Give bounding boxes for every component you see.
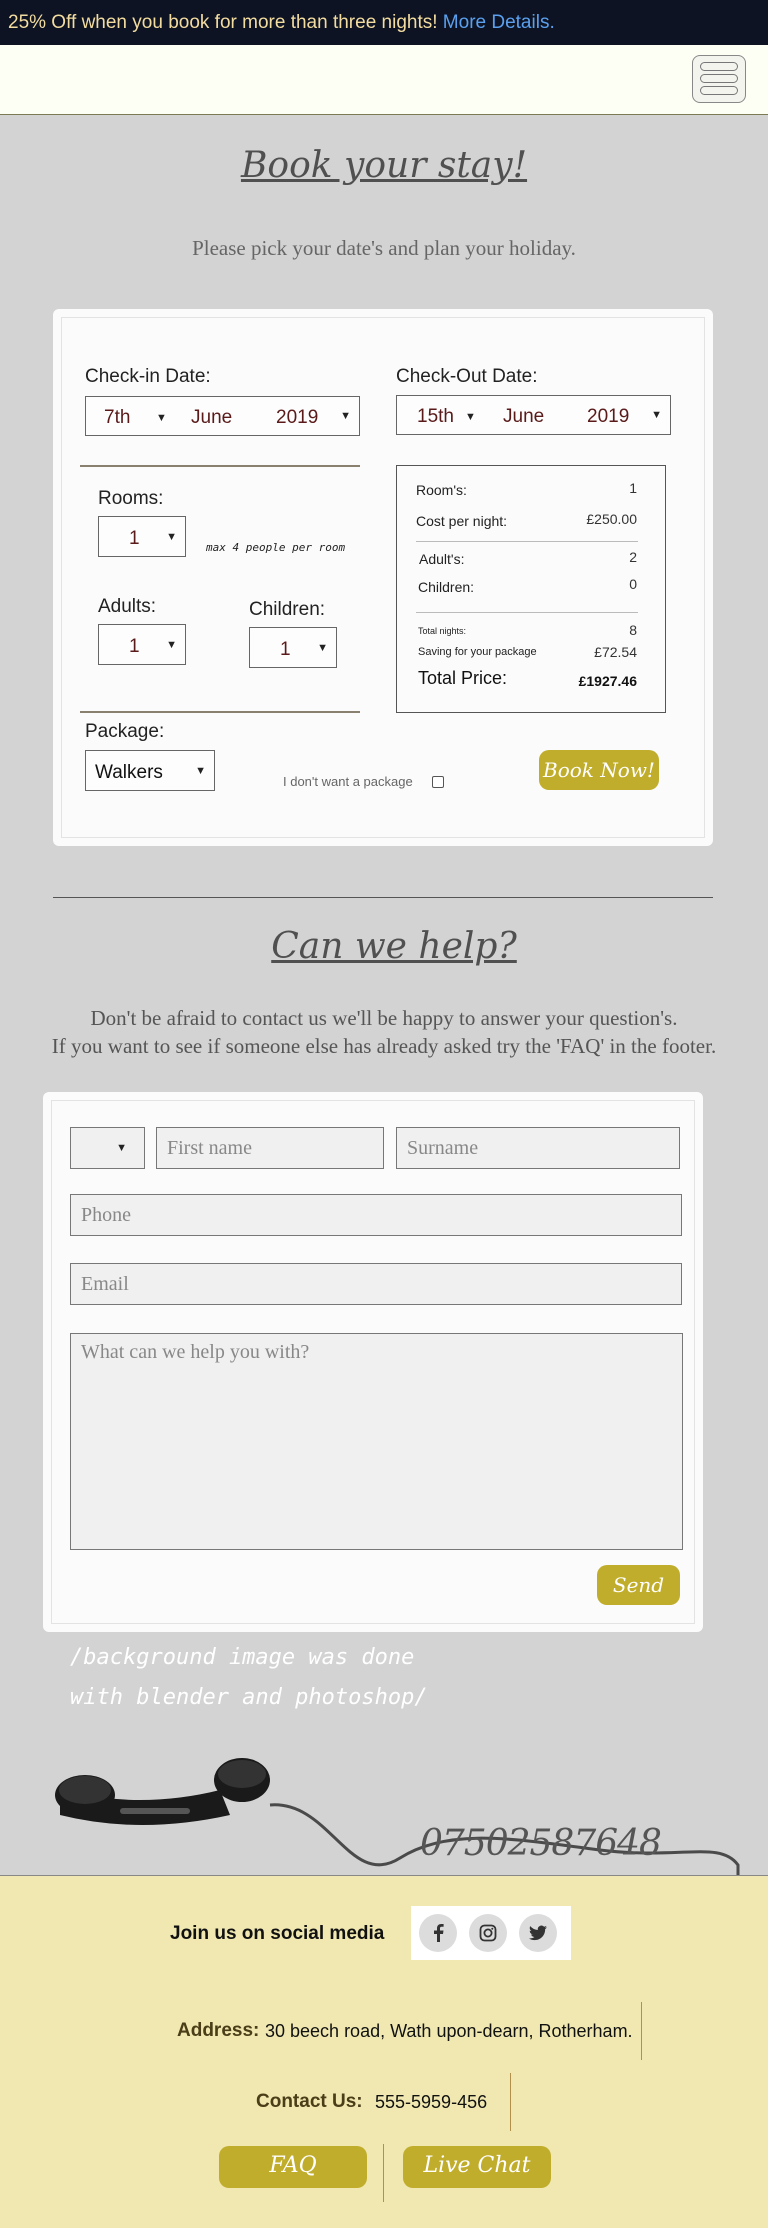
price-summary: Room's: 1 Cost per night: £250.00 Adult'…	[396, 465, 666, 713]
chevron-down-icon: ▼	[156, 412, 167, 424]
summary-cost-label: Cost per night:	[416, 513, 508, 529]
help-title: Can we help?	[271, 926, 517, 967]
checkout-year: 2019	[587, 406, 630, 427]
checkin-date-select[interactable]: 7th ▼ June 2019 ▼	[85, 396, 360, 436]
summary-rooms-label: Room's:	[416, 482, 467, 498]
checkout-day: 15th	[417, 406, 454, 427]
help-line-2: If you want to see if someone else has a…	[51, 1034, 717, 1058]
title-select[interactable]: ▼	[70, 1127, 145, 1169]
checkin-year: 2019	[276, 407, 319, 428]
twitter-icon[interactable]	[519, 1914, 557, 1952]
divider	[416, 541, 638, 542]
package-value: Walkers	[95, 762, 163, 783]
footer: Join us on social media Address: 30 beec…	[0, 1875, 768, 2228]
social-links	[411, 1906, 571, 1960]
message-textarea[interactable]: What can we help you with?	[70, 1333, 683, 1550]
rooms-value: 1	[129, 528, 140, 549]
divider	[80, 711, 360, 713]
booking-subtitle: Please pick your date's and plan your ho…	[192, 236, 576, 260]
promo-message: 25% Off when you book for more than thre…	[8, 12, 438, 33]
summary-cost-value: £250.00	[586, 511, 637, 527]
summary-total-value: £1927.46	[578, 673, 637, 689]
summary-rooms-value: 1	[629, 480, 637, 496]
faq-button[interactable]: FAQ	[219, 2146, 367, 2188]
checkin-day: 7th	[104, 407, 131, 428]
summary-nights-label: Total nights:	[418, 626, 467, 636]
instagram-icon[interactable]	[469, 1914, 507, 1952]
divider	[80, 465, 360, 467]
live-chat-button[interactable]: Live Chat	[403, 2146, 551, 2188]
adults-select[interactable]: 1 ▼	[98, 624, 186, 665]
chevron-down-icon: ▼	[116, 1142, 127, 1154]
children-select[interactable]: 1 ▼	[249, 627, 337, 668]
summary-saving-label: Saving for your package	[418, 646, 537, 658]
chevron-down-icon: ▼	[465, 411, 476, 423]
first-name-input[interactable]: First name	[156, 1127, 384, 1169]
summary-children-value: 0	[629, 576, 637, 592]
children-value: 1	[280, 639, 291, 660]
chevron-down-icon: ▼	[166, 530, 177, 543]
contact-row: Contact Us: 555-5959-456	[0, 2073, 768, 2131]
social-media-label: Join us on social media	[170, 1923, 385, 1944]
chevron-down-icon: ▼	[195, 764, 206, 777]
divider	[416, 612, 638, 613]
chevron-down-icon: ▼	[317, 641, 328, 654]
promo-banner: 25% Off when you book for more than thre…	[0, 0, 768, 45]
chevron-down-icon: ▼	[651, 409, 662, 421]
contact-value: 555-5959-456	[375, 2092, 488, 2112]
summary-saving-value: £72.54	[594, 644, 637, 660]
checkout-month: June	[503, 406, 545, 427]
contact-label: Contact Us:	[256, 2091, 363, 2112]
rooms-note: max 4 people per room	[206, 541, 346, 554]
summary-adults-label: Adult's:	[419, 551, 465, 567]
send-button[interactable]: Send	[597, 1565, 680, 1605]
no-package-label: I don't want a package	[283, 774, 413, 789]
rooms-label: Rooms:	[98, 488, 164, 509]
divider	[641, 2002, 642, 2060]
navbar	[0, 45, 768, 115]
rooms-select[interactable]: 1 ▼	[98, 516, 186, 557]
surname-input[interactable]: Surname	[396, 1127, 680, 1169]
summary-children-label: Children:	[418, 579, 475, 595]
phone-number: 07502587648	[420, 1823, 662, 1864]
summary-adults-value: 2	[629, 549, 637, 565]
summary-total-label: Total Price:	[418, 668, 508, 688]
checkout-label: Check-Out Date:	[396, 366, 538, 387]
background-note: /background image was done with blender …	[70, 1645, 428, 1710]
chevron-down-icon: ▼	[340, 410, 351, 422]
checkin-label: Check-in Date:	[85, 366, 211, 387]
adults-value: 1	[129, 636, 140, 657]
more-details-link[interactable]: More Details.	[443, 12, 555, 33]
address-value: 30 beech road, Wath upon-dearn, Rotherha…	[265, 2021, 633, 2041]
promo-text: 25% Off when you book for more than thre…	[8, 12, 555, 34]
chevron-down-icon: ▼	[166, 638, 177, 651]
children-label: Children:	[249, 599, 326, 620]
section-divider	[53, 897, 713, 898]
checkout-date-select[interactable]: 15th ▼ June 2019 ▼	[396, 395, 671, 435]
booking-title: Book your stay!	[240, 145, 528, 186]
hamburger-menu-icon[interactable]	[692, 55, 746, 103]
adults-label: Adults:	[98, 596, 157, 617]
address-row: Address: 30 beech road, Wath upon-dearn,…	[0, 2002, 768, 2060]
book-now-button[interactable]: Book Now!	[539, 750, 659, 790]
checkin-month: June	[191, 407, 233, 428]
email-input[interactable]: Email	[70, 1263, 682, 1305]
divider	[383, 2144, 384, 2202]
divider	[510, 2073, 511, 2131]
package-select[interactable]: Walkers ▼	[85, 750, 215, 791]
facebook-icon[interactable]	[419, 1914, 457, 1952]
summary-nights-value: 8	[629, 622, 637, 638]
no-package-checkbox[interactable]	[432, 776, 444, 788]
phone-input[interactable]: Phone	[70, 1194, 682, 1236]
package-label: Package:	[85, 721, 165, 742]
help-line-1: Don't be afraid to contact us we'll be h…	[90, 1006, 678, 1030]
address-label: Address:	[177, 2020, 260, 2041]
